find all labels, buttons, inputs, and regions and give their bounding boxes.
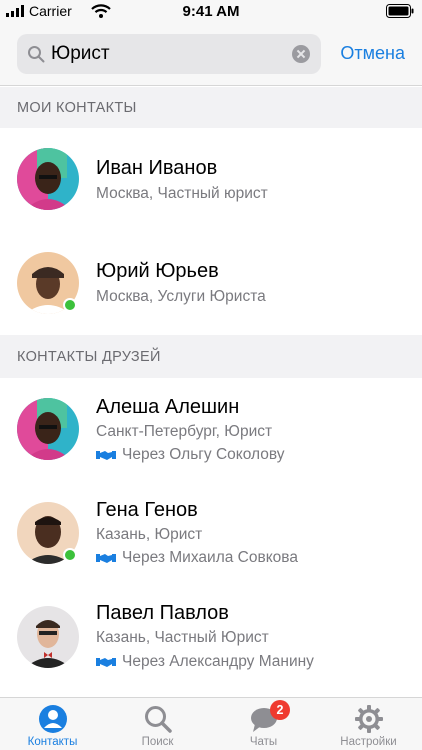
- contact-name: Алеша Алешин: [96, 396, 240, 418]
- avatar: [17, 398, 79, 460]
- tab-label: Чаты: [249, 736, 278, 748]
- search-field[interactable]: [17, 34, 321, 74]
- tab-label: Контакты: [27, 736, 78, 748]
- mutual-friend: Через Александру Манину: [96, 653, 314, 671]
- battery-icon: [386, 4, 414, 23]
- status-time: 9:41 AM: [182, 3, 240, 20]
- unread-badge: 2: [270, 700, 290, 720]
- section-title: КОНТАКТЫ ДРУЗЕЙ: [17, 348, 161, 365]
- contact-subtitle: Казань, Юрист: [96, 526, 203, 543]
- status-bar: Carrier 9:41 AM: [0, 0, 422, 24]
- mutual-friend-label: Через Ольгу Соколову: [122, 446, 285, 463]
- online-indicator: [63, 548, 77, 562]
- cancel-button[interactable]: Отмена: [340, 43, 405, 64]
- handshake-icon: [96, 658, 116, 667]
- contact-subtitle: Санкт-Петербург, Юрист: [96, 423, 273, 440]
- search-header: Отмена: [0, 24, 422, 86]
- mutual-friend-label: Через Михаила Совкова: [122, 549, 298, 566]
- tab-label: Поиск: [141, 736, 174, 748]
- avatar: [17, 606, 79, 668]
- tab-label: Настройки: [340, 736, 397, 748]
- tab-chats[interactable]: 2 Чаты: [211, 698, 316, 750]
- mutual-friend: Через Михаила Совкова: [96, 549, 298, 567]
- contact-row[interactable]: Павел Павлов Казань, Частный Юрист Через…: [0, 586, 422, 697]
- contact-subtitle: Москва, Частный юрист: [96, 185, 268, 202]
- search-icon: [145, 706, 172, 733]
- contact-name: Павел Павлов: [96, 602, 229, 624]
- contact-row[interactable]: Иван Иванов Москва, Частный юрист: [0, 128, 422, 231]
- gear-icon: [355, 705, 383, 733]
- handshake-icon: [96, 554, 116, 563]
- avatar: [17, 148, 79, 210]
- contact-name: Иван Иванов: [96, 157, 218, 179]
- tab-bar: Контакты Поиск 2 Чаты Настройки: [0, 697, 422, 750]
- contact-subtitle: Казань, Частный Юрист: [96, 629, 269, 646]
- section-header-my-contacts: МОИ КОНТАКТЫ: [0, 87, 422, 128]
- search-input[interactable]: [51, 34, 281, 74]
- clear-search-icon[interactable]: [292, 45, 310, 63]
- tab-contacts[interactable]: Контакты: [0, 698, 105, 750]
- person-icon: [39, 705, 67, 733]
- tab-search[interactable]: Поиск: [105, 698, 210, 750]
- search-icon: [28, 46, 45, 63]
- handshake-icon: [96, 451, 116, 460]
- mutual-friend: Через Ольгу Соколову: [96, 446, 285, 464]
- contact-subtitle: Москва, Услуги Юриста: [96, 288, 266, 305]
- contact-row[interactable]: Юрий Юрьев Москва, Услуги Юриста: [0, 231, 422, 335]
- contact-row[interactable]: Алеша Алешин Санкт-Петербург, Юрист Чере…: [0, 378, 422, 482]
- contact-row[interactable]: Гена Генов Казань, Юрист Через Михаила С…: [0, 482, 422, 586]
- tab-settings[interactable]: Настройки: [316, 698, 421, 750]
- contact-name: Гена Генов: [96, 499, 198, 521]
- online-indicator: [63, 298, 77, 312]
- section-title: МОИ КОНТАКТЫ: [17, 99, 137, 116]
- section-header-friends-contacts: КОНТАКТЫ ДРУЗЕЙ: [0, 335, 422, 378]
- contact-name: Юрий Юрьев: [96, 260, 219, 282]
- mutual-friend-label: Через Александру Манину: [122, 653, 314, 670]
